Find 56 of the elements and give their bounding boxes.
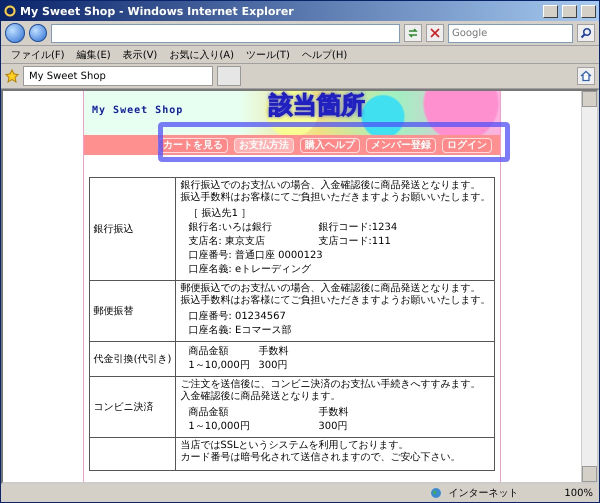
paragraph: 銀行振込でのお支払いの場合、入金確認後に商品発送となります。 振込手数料はお客様にてご負担いただきますようお願いいたします。 bbox=[180, 180, 490, 204]
detail-text: 支店コード:111 bbox=[318, 236, 392, 248]
detail-text: 1～10,000円 bbox=[188, 421, 251, 433]
menu-item[interactable]: ファイル(F) bbox=[11, 48, 65, 61]
close-button[interactable] bbox=[581, 4, 596, 18]
payment-method: 郵便振替 bbox=[94, 306, 134, 317]
minimize-button[interactable] bbox=[543, 4, 558, 18]
close-icon bbox=[430, 28, 440, 38]
home-button[interactable] bbox=[577, 67, 595, 85]
browser-logo-icon bbox=[4, 5, 16, 17]
stop-button[interactable] bbox=[426, 24, 444, 42]
globe-icon bbox=[430, 487, 442, 499]
detail-text: 支店名: 東京支店 bbox=[188, 236, 266, 248]
detail-text: 口座番号: 01234567 bbox=[188, 311, 287, 323]
window-title: My Sweet Shop - Windows Internet Explorer bbox=[20, 4, 295, 18]
payment-method: 銀行振込 bbox=[94, 224, 134, 235]
address-field[interactable] bbox=[51, 24, 400, 42]
detail-text: 300円 bbox=[258, 360, 288, 372]
payment-method: 代金引換(代引き) bbox=[94, 354, 172, 365]
search-icon bbox=[580, 27, 592, 39]
paragraph: 郵便振込でのお支払いの場合、入金確認後に商品発送となります。 振込手数料はお客様にてご負担いただきますようお願いいたします。 bbox=[180, 283, 490, 307]
detail-text: 銀行名:いろは銀行 bbox=[188, 222, 273, 234]
maximize-button[interactable] bbox=[562, 4, 577, 18]
paragraph: 当店ではSSLというシステムを利用しております。 カード番号は暗号化されて送信されますので、ご安心下さい。 bbox=[180, 440, 462, 464]
menu-item[interactable]: ツール(T) bbox=[246, 48, 290, 61]
detail-text: ［ 振込先1 ］ bbox=[188, 208, 252, 220]
scrollbar[interactable] bbox=[581, 91, 597, 482]
browser-tab[interactable]: My Sweet Shop bbox=[23, 66, 213, 86]
detail-text: 商品金額 bbox=[188, 346, 230, 358]
detail-text: 銀行コード:1234 bbox=[318, 222, 398, 234]
detail-text: 手数料 bbox=[258, 346, 290, 358]
menu-item[interactable]: ヘルプ(H) bbox=[302, 48, 348, 61]
menu-item[interactable]: 編集(E) bbox=[76, 48, 111, 61]
detail-text: 口座名義: Eコマース部 bbox=[188, 325, 292, 337]
payment-method: コンビニ決済 bbox=[94, 402, 154, 413]
detail-text: 1～10,000円 bbox=[188, 360, 251, 372]
star-icon[interactable] bbox=[5, 69, 19, 83]
detail-text: 口座名義: eトレーディング bbox=[188, 264, 312, 276]
zoom-level[interactable]: 100% bbox=[564, 488, 593, 498]
search-button[interactable] bbox=[577, 24, 595, 42]
detail-text: 口座番号: 普通口座 0000123 bbox=[188, 250, 324, 262]
detail-text: 商品金額 bbox=[188, 407, 230, 419]
home-icon bbox=[580, 70, 592, 82]
annotation-label: 該当箇所 bbox=[269, 91, 365, 119]
refresh-button[interactable] bbox=[404, 24, 422, 42]
back-button[interactable] bbox=[5, 23, 25, 43]
refresh-icon bbox=[407, 27, 419, 39]
search-field[interactable]: Google bbox=[448, 24, 573, 42]
detail-text: 300円 bbox=[318, 421, 348, 433]
menu-item[interactable]: お気に入り(A) bbox=[169, 48, 234, 61]
paragraph: ご注文を送信後に、コンビニ決済のお支払い手続きへすすみます。 入金確認後に商品発送となります。 bbox=[180, 379, 482, 403]
shop-name: My Sweet Shop bbox=[92, 105, 184, 116]
security-zone: インターネット bbox=[448, 487, 518, 500]
menu-item[interactable]: 表示(V) bbox=[122, 48, 158, 61]
detail-text: 手数料 bbox=[318, 407, 350, 419]
forward-button[interactable] bbox=[29, 24, 47, 42]
